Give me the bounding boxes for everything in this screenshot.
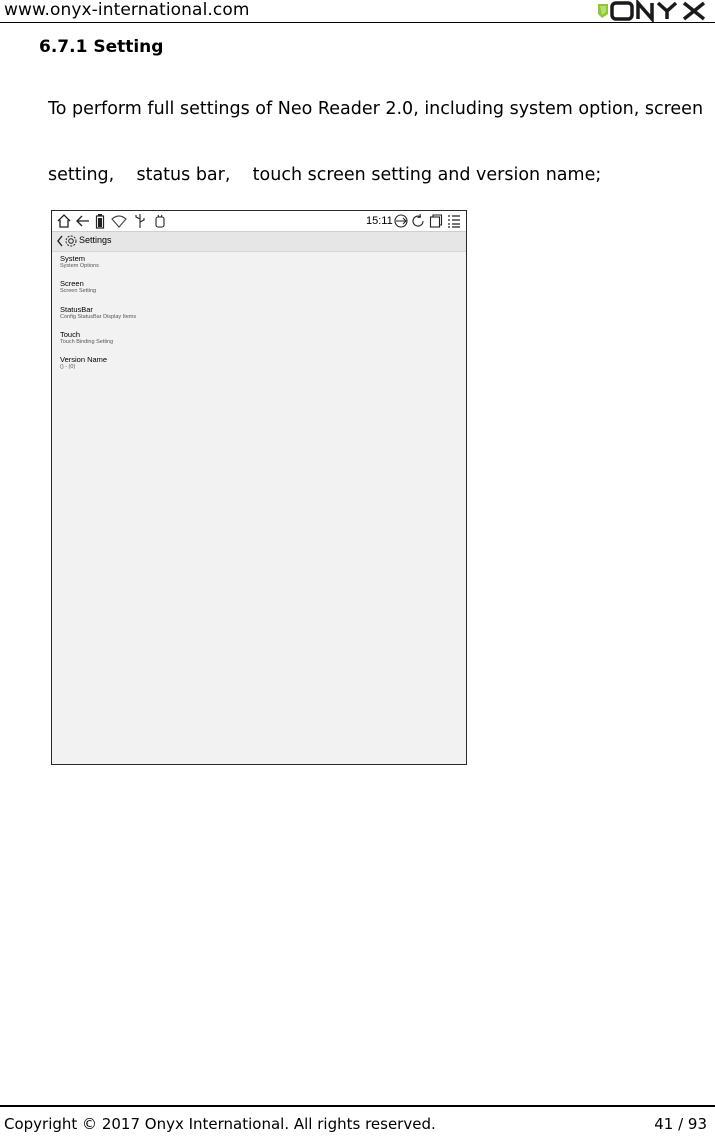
settings-item-version-name[interactable]: Version Name () - (0) xyxy=(60,355,107,371)
settings-item-title: Screen xyxy=(60,279,84,288)
settings-item-title: Version Name xyxy=(60,355,108,364)
settings-item-subtitle: System Options xyxy=(60,263,99,269)
home-icon[interactable] xyxy=(56,213,72,229)
multi-window-icon[interactable] xyxy=(429,213,443,229)
page-number: 41 / 93 xyxy=(654,1115,707,1133)
settings-item-subtitle: Config StatusBar Display Items xyxy=(60,314,137,320)
wifi-icon[interactable] xyxy=(111,213,127,229)
settings-item-subtitle: () - (0) xyxy=(60,364,76,370)
rotate-icon[interactable] xyxy=(411,213,425,229)
device-status-bar: 15:11 xyxy=(52,211,466,231)
paragraph-line-2: setting, status bar, touch screen settin… xyxy=(48,165,602,185)
refresh-mode-icon[interactable] xyxy=(394,213,408,229)
section-title: 6.7.1 Setting xyxy=(39,37,164,57)
app-icon[interactable] xyxy=(154,213,166,229)
header-url[interactable]: www.onyx-international.com xyxy=(4,0,250,20)
chevron-left-icon[interactable] xyxy=(56,234,64,248)
settings-item-system[interactable]: System System Options xyxy=(60,254,99,270)
device-page-title: Settings xyxy=(79,235,112,245)
menu-icon[interactable] xyxy=(447,213,461,229)
footer-divider xyxy=(0,1105,715,1107)
header-divider xyxy=(0,22,715,23)
settings-item-subtitle: Screen Setting xyxy=(60,288,97,294)
footer-copyright: Copyright © 2017 Onyx International. All… xyxy=(4,1115,436,1133)
onyx-logo xyxy=(598,0,706,22)
back-arrow-icon[interactable] xyxy=(75,213,91,229)
settings-item-title: StatusBar xyxy=(60,305,93,314)
settings-item-subtitle: Touch Binding Setting xyxy=(60,339,114,345)
device-time: 15:11 xyxy=(366,215,393,227)
settings-item-statusbar[interactable]: StatusBar Config StatusBar Display Items xyxy=(60,305,136,321)
settings-item-title: Touch xyxy=(60,330,81,339)
battery-icon xyxy=(95,214,105,229)
settings-item-title: System xyxy=(60,254,86,263)
device-screenshot: 15:11 Settings System System Options Scr… xyxy=(51,210,467,765)
settings-item-touch[interactable]: Touch Touch Binding Setting xyxy=(60,330,113,346)
device-title-bar: Settings xyxy=(52,231,466,252)
usb-icon xyxy=(135,214,145,228)
gear-icon xyxy=(65,235,77,247)
settings-item-screen[interactable]: Screen Screen Setting xyxy=(60,279,96,295)
paragraph-line-1: To perform full settings of Neo Reader 2… xyxy=(48,99,704,119)
